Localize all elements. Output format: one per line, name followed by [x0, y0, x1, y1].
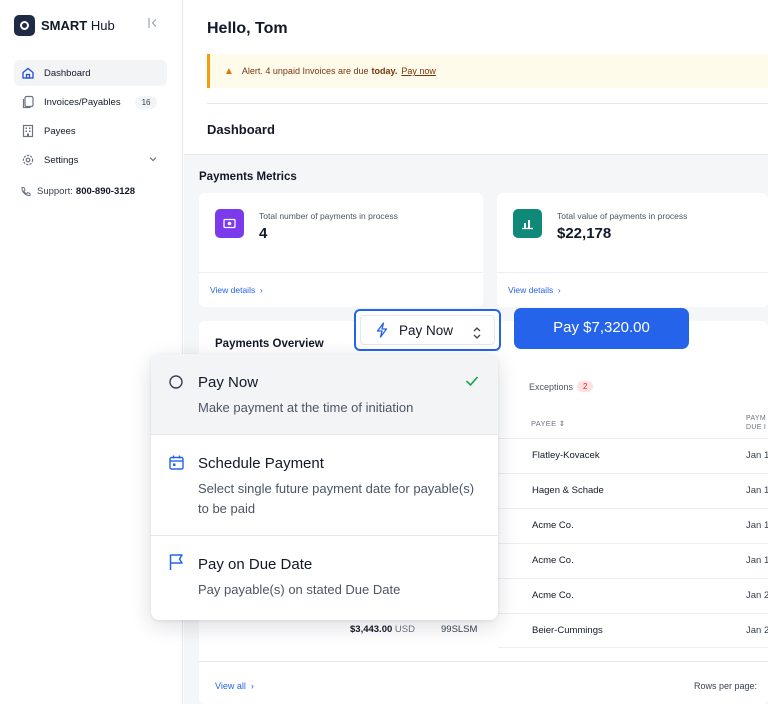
flag-icon [169, 554, 183, 570]
section-title: Dashboard [207, 122, 275, 137]
selected-method-label: Pay Now [399, 322, 454, 338]
phone-icon [21, 187, 31, 197]
option-schedule-payment[interactable]: Schedule Payment Select single future pa… [151, 435, 498, 535]
payment-method-dropdown: Pay Now Make payment at the time of init… [151, 354, 498, 620]
cash-icon [215, 209, 244, 238]
view-all-link[interactable]: View all › [215, 681, 254, 691]
brand-name: SMART Hub [41, 18, 115, 33]
column-header-payee[interactable]: PAYEE ⇕ [531, 419, 565, 428]
table-row[interactable]: Acme Co. Jan 2 [498, 578, 768, 613]
alert-banner: ▲ Alert. 4 unpaid Invoices are due today… [207, 54, 768, 88]
support-line: Support: 800-890-3128 [20, 186, 135, 197]
table-row[interactable]: Beier-Cummings Jan 2 [498, 613, 768, 648]
greeting-title: Hello, Tom [207, 20, 288, 37]
chart-icon [513, 209, 542, 238]
sidebar-item-label: Payees [44, 125, 76, 137]
divider [207, 103, 768, 104]
sidebar-item-settings[interactable]: Settings [14, 147, 167, 173]
count-badge: 16 [134, 95, 158, 109]
table-row[interactable]: Flatley-Kovacek Jan 1 [498, 438, 768, 473]
table-row[interactable]: Hagen & Schade Jan 1 [498, 473, 768, 508]
metric-card-count: Total number of payments in process 4 Vi… [199, 193, 483, 307]
calendar-icon [169, 455, 184, 470]
option-pay-on-due-date[interactable]: Pay on Due Date Pay payable(s) on stated… [151, 536, 498, 620]
sidebar-item-invoices[interactable]: Invoices/Payables 16 [14, 89, 167, 115]
table-row[interactable]: Acme Co. Jan 1 [498, 508, 768, 543]
column-header-payment-due[interactable]: PAYM DUE I [746, 414, 766, 432]
sidebar-item-label: Dashboard [44, 67, 91, 79]
metrics-title: Payments Metrics [199, 171, 297, 183]
view-details-link[interactable]: View details › [210, 285, 263, 295]
row-reference: 99SLSM [441, 624, 478, 635]
exceptions-badge: 2 [577, 381, 594, 392]
logo-icon [14, 15, 35, 36]
pay-now-link[interactable]: Pay now [401, 66, 436, 76]
option-pay-now[interactable]: Pay Now Make payment at the time of init… [151, 354, 498, 434]
support-phone[interactable]: 800-890-3128 [76, 186, 135, 197]
row-amount: $3,443.00 USD [350, 624, 415, 635]
building-icon [22, 124, 34, 138]
payment-method-select[interactable]: Pay Now [354, 309, 501, 351]
warning-icon: ▲ [224, 65, 234, 77]
gear-icon [22, 154, 34, 166]
table-row[interactable]: Acme Co. Jan 1 [498, 543, 768, 578]
pay-button[interactable]: Pay $7,320.00 [514, 308, 689, 349]
documents-icon [22, 95, 34, 109]
divider [199, 661, 768, 662]
collapse-sidebar-icon[interactable] [147, 17, 159, 32]
home-icon [22, 67, 34, 79]
sidebar-item-label: Invoices/Payables [44, 96, 121, 108]
view-details-link[interactable]: View details › [508, 285, 561, 295]
check-icon [465, 376, 479, 387]
tab-exceptions[interactable]: Exceptions 2 [529, 381, 594, 392]
metric-card-value: Total value of payments in process $22,1… [497, 193, 768, 307]
rows-per-page-label: Rows per page: [694, 681, 758, 691]
lightning-icon [376, 322, 388, 338]
chevron-down-icon[interactable] [148, 154, 158, 164]
chevron-up-down-icon [473, 327, 481, 339]
overview-title: Payments Overview [215, 338, 324, 350]
metric-value: $22,178 [557, 225, 612, 242]
sidebar-item-payees[interactable]: Payees [14, 118, 167, 144]
sidebar-item-dashboard[interactable]: Dashboard [14, 60, 167, 86]
metric-value: 4 [259, 225, 268, 242]
sidebar-item-label: Settings [44, 154, 79, 166]
radio-circle-icon [169, 375, 183, 389]
